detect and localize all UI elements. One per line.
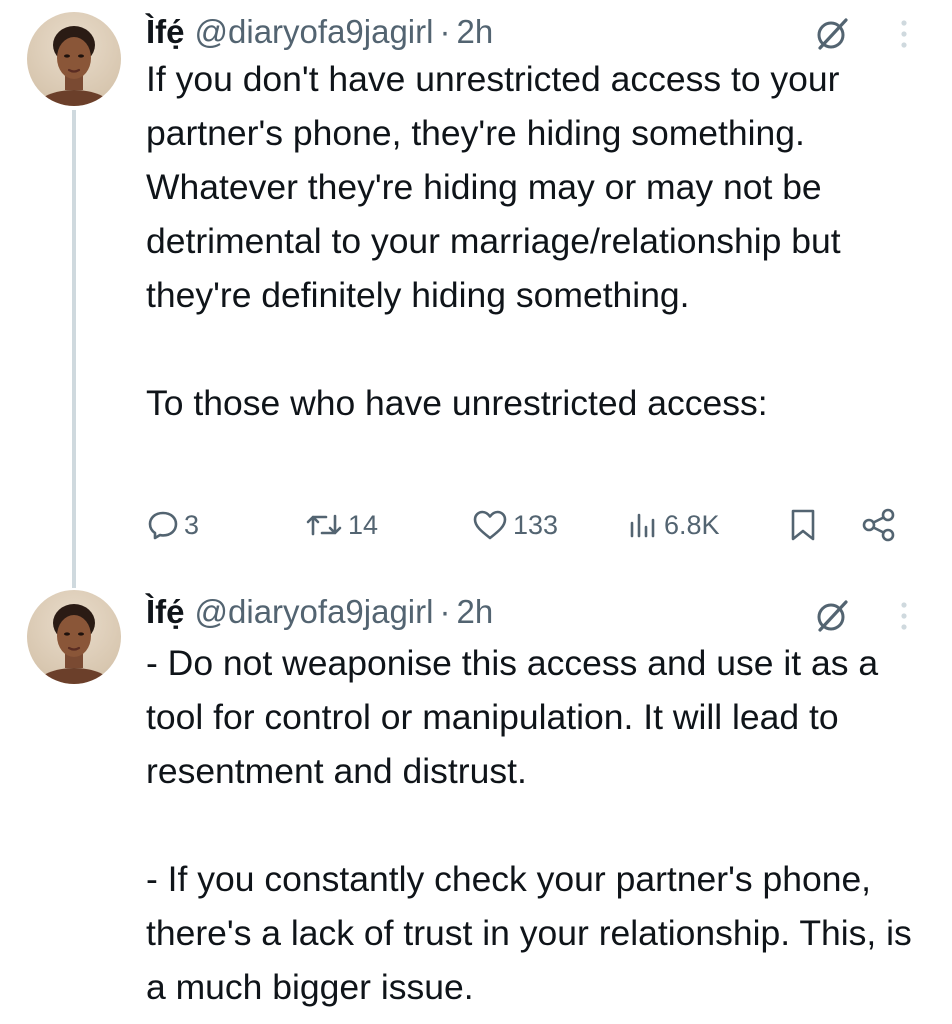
more-icon[interactable] (896, 596, 912, 636)
author-name[interactable]: Ìfẹ́ (146, 590, 185, 634)
tweet-1[interactable]: Ìfẹ́ @diaryofa9jagirl · 2h If you don't … (0, 0, 952, 588)
reply-button[interactable]: 3 (146, 500, 199, 550)
grok-icon[interactable] (812, 596, 852, 636)
author-handle[interactable]: @diaryofa9jagirl (195, 590, 434, 634)
tweet-header: Ìfẹ́ @diaryofa9jagirl · 2h (146, 590, 493, 634)
tweet-text: - Do not weaponise this access and use i… (146, 643, 912, 1007)
avatar[interactable] (27, 590, 121, 684)
bookmark-button[interactable] (786, 500, 820, 550)
like-icon (473, 510, 507, 540)
repost-count: 14 (348, 509, 379, 540)
views-button[interactable]: 6.8K (626, 500, 720, 550)
grok-icon[interactable] (812, 14, 852, 54)
avatar[interactable] (27, 12, 121, 106)
timestamp[interactable]: 2h (456, 10, 493, 54)
avatar-portrait (38, 604, 110, 684)
tweet-text: If you don't have unrestricted access to… (146, 59, 841, 423)
tweet-header: Ìfẹ́ @diaryofa9jagirl · 2h (146, 10, 493, 54)
bookmark-icon (791, 509, 815, 541)
repost-icon (306, 514, 342, 536)
like-button[interactable]: 133 (471, 500, 558, 550)
more-icon[interactable] (896, 14, 912, 54)
avatar-portrait (38, 26, 110, 106)
reply-icon (148, 511, 178, 540)
tweet-2[interactable]: Ìfẹ́ @diaryofa9jagirl · 2h - Do not weap… (0, 580, 952, 1024)
author-handle[interactable]: @diaryofa9jagirl (195, 10, 434, 54)
views-icon (630, 513, 655, 538)
header-separator: · (439, 13, 451, 50)
like-count: 133 (513, 509, 559, 540)
thread-line (72, 110, 76, 588)
timestamp[interactable]: 2h (456, 590, 493, 634)
reply-count: 3 (184, 509, 200, 540)
share-icon (862, 508, 895, 542)
tweet-actions: 3 14 133 6.8K (146, 500, 906, 550)
author-name[interactable]: Ìfẹ́ (146, 10, 185, 54)
share-button[interactable] (860, 500, 898, 550)
views-count: 6.8K (664, 509, 720, 540)
repost-button[interactable]: 14 (304, 500, 378, 550)
header-separator: · (439, 593, 451, 630)
